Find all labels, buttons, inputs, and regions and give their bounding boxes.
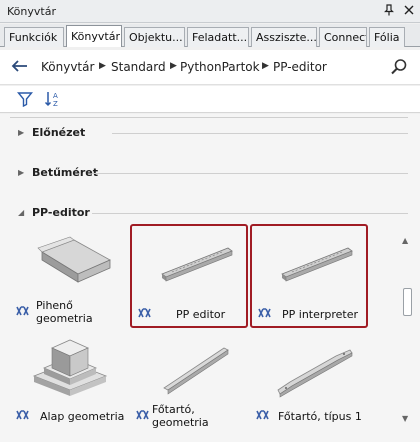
part-thumbnail	[142, 232, 242, 298]
pythonpart-icon	[16, 304, 30, 321]
tab-feladat[interactable]: Feladatt...	[187, 27, 249, 47]
breadcrumb: Könyvtár ▶ Standard ▶ PythonPartok ▶ PP-…	[0, 50, 420, 85]
divider	[10, 117, 408, 118]
pythonpart-icon	[258, 306, 272, 323]
section-preview[interactable]: ▶ Előnézet	[18, 126, 85, 139]
divider	[92, 173, 408, 174]
tab-folia[interactable]: Fólia	[369, 27, 405, 47]
divider	[92, 213, 408, 214]
part-thumbnail	[260, 334, 360, 400]
item-label: PP editor	[176, 307, 226, 321]
divider	[112, 133, 408, 134]
back-arrow-icon[interactable]	[10, 59, 28, 76]
pin-icon[interactable]	[384, 4, 394, 19]
svg-text:Z: Z	[53, 100, 58, 108]
chevron-right-icon: ▶	[18, 168, 25, 177]
filter-icon[interactable]	[17, 91, 33, 110]
section-pp-editor[interactable]: ◢ PP-editor	[18, 206, 90, 219]
item-label: Főtartó, típus 1	[278, 409, 362, 423]
pythonpart-icon	[136, 408, 150, 425]
item-label: PP interpreter	[282, 307, 359, 321]
tab-funkciok[interactable]: Funkciók	[4, 27, 64, 47]
library-item-pp-editor[interactable]: PP editor	[130, 224, 248, 328]
breadcrumb-separator-icon: ▶	[99, 61, 106, 71]
breadcrumb-pythonpartok[interactable]: PythonPartok	[180, 60, 260, 74]
window-titlebar: Könyvtár	[0, 0, 420, 23]
chevron-down-icon: ◢	[18, 208, 25, 217]
scroll-down-icon[interactable]: ▼	[402, 414, 408, 423]
close-icon[interactable]	[404, 4, 414, 19]
tab-konyvtar[interactable]: Könyvtár	[66, 25, 122, 47]
part-thumbnail	[262, 232, 362, 298]
chevron-right-icon: ▶	[18, 128, 25, 137]
svg-text:A: A	[53, 92, 58, 100]
tab-objektum[interactable]: Objektu...	[124, 27, 185, 47]
breadcrumb-separator-icon: ▶	[262, 61, 269, 71]
scroll-up-icon[interactable]: ▲	[402, 236, 408, 245]
breadcrumb-konyvtar[interactable]: Könyvtár	[41, 60, 94, 74]
breadcrumb-separator-icon: ▶	[170, 61, 177, 71]
part-thumbnail	[140, 334, 240, 400]
pythonpart-icon	[256, 408, 270, 425]
library-item-fotarto-tipus-1[interactable]: Főtartó, típus 1	[250, 328, 368, 432]
window-title: Könyvtár	[7, 4, 56, 18]
tab-bar: Funkciók Könyvtár Objektu... Feladatt...…	[0, 24, 420, 47]
library-item-pp-interpreter[interactable]: PP interpreter	[250, 224, 368, 328]
pythonpart-icon	[138, 306, 152, 323]
library-item-alap-geometria[interactable]: Alap geometria	[10, 328, 128, 432]
tab-connect[interactable]: Connect	[319, 27, 367, 47]
item-label: Főtartó, geometria	[152, 403, 209, 429]
scrollbar-thumb[interactable]	[403, 288, 412, 316]
library-toolbar: A Z	[0, 86, 420, 113]
pythonpart-icon	[16, 408, 30, 425]
sort-az-icon[interactable]: A Z	[44, 90, 62, 111]
library-item-piheno-geometria[interactable]: Pihenő geometria	[10, 224, 128, 328]
tab-asszisztens[interactable]: Asszisztе...	[251, 27, 317, 47]
item-label: Pihenő geometria	[36, 299, 93, 325]
section-fontsize[interactable]: ▶ Betűméret	[18, 166, 98, 179]
part-thumbnail	[20, 334, 120, 400]
item-label: Alap geometria	[40, 409, 125, 423]
breadcrumb-standard[interactable]: Standard	[111, 60, 166, 74]
breadcrumb-pp-editor[interactable]: PP-editor	[273, 60, 327, 74]
library-content: ▶ Előnézet ▶ Betűméret ◢ PP-editor Pihen…	[0, 114, 420, 442]
search-icon[interactable]	[390, 58, 408, 79]
library-item-fotarto-geometria[interactable]: Főtartó, geometria	[130, 328, 248, 432]
vertical-scrollbar[interactable]: ▲ ▼	[402, 118, 414, 438]
part-thumbnail	[20, 230, 120, 296]
